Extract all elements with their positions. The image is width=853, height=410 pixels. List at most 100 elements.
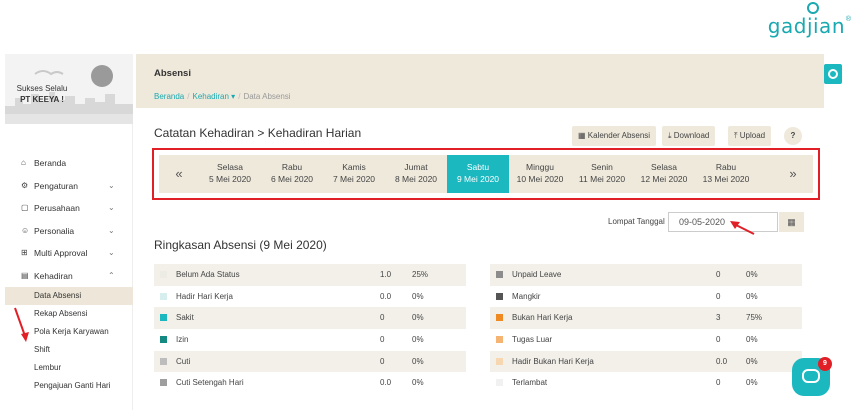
sidebar-item-perusahaan[interactable]: ▢ Perusahaan ⌄ — [5, 197, 133, 220]
day-tab[interactable]: Jumat 8 Mei 2020 — [385, 155, 447, 193]
calendar-button-label: Kalender Absensi — [587, 131, 651, 140]
calendar-icon: ▦ — [578, 131, 586, 140]
status-color-swatch — [496, 292, 503, 300]
side-widget-tab[interactable] — [824, 64, 842, 84]
status-percent: 25% — [412, 270, 429, 279]
day-name: Selasa — [217, 162, 243, 172]
sidebar-item-label: Personalia — [34, 225, 75, 236]
download-button[interactable]: ⤓ Download — [662, 126, 716, 146]
summary-row: Tugas Luar 0 0% — [490, 329, 802, 351]
next-day-button[interactable]: » — [773, 155, 813, 193]
sidebar-item-beranda[interactable]: ⌂ Beranda — [5, 152, 133, 175]
gears-icon: ⚙ — [21, 180, 29, 190]
summary-row: Izin 0 0% — [154, 329, 466, 351]
company-name: PT KEEYA ! — [20, 95, 64, 104]
status-count: 0 — [716, 378, 721, 388]
day-name: Rabu — [715, 162, 737, 172]
registered-mark: ® — [845, 16, 851, 23]
day-tab[interactable]: Senin 11 Mei 2020 — [571, 155, 633, 193]
status-color-swatch — [160, 271, 167, 278]
folder-icon: ▢ — [21, 203, 29, 212]
status-percent: 0% — [746, 356, 758, 366]
gadjian-swirl-icon — [828, 69, 838, 79]
status-count: 0 — [716, 335, 721, 345]
status-name: Tugas Luar — [512, 335, 553, 345]
prev-day-button[interactable]: « — [159, 155, 199, 193]
day-date: 8 Mei 2020 — [394, 174, 438, 184]
status-color-swatch — [160, 314, 167, 322]
status-name: Sakit — [176, 313, 194, 323]
calendar-button[interactable]: ▦ Kalender Absensi — [572, 126, 657, 146]
status-percent: 0% — [412, 291, 424, 301]
sidebar-subitem-lembur[interactable]: Lembur — [5, 359, 133, 377]
status-percent: 0% — [746, 291, 758, 301]
status-color-swatch — [160, 357, 167, 365]
day-selector: « Selasa 5 Mei 2020 Rabu 6 Mei 2020 Kamis 7 M… — [159, 155, 813, 193]
jump-date-label: Lompat Tanggal — [608, 217, 665, 226]
status-name: Hadir Bukan Hari Kerja — [512, 356, 594, 366]
status-percent: 0% — [412, 356, 424, 366]
day-date: 6 Mei 2020 — [270, 174, 314, 184]
status-count: 0 — [716, 270, 721, 279]
calendar-picker-button[interactable]: ▦ — [779, 212, 804, 232]
chevron-down-icon: ⌄ — [108, 180, 115, 190]
status-name: Izin — [176, 335, 189, 345]
sidebar-nav: ⌂ Beranda ⚙ Pengaturan ⌄ ▢ Perusahaan ⌄ … — [5, 152, 133, 395]
chevron-down-icon: ⌄ — [108, 225, 115, 235]
day-date: 7 Mei 2020 — [332, 174, 376, 184]
status-count: 0.0 — [380, 378, 392, 388]
help-button[interactable]: ? — [784, 127, 802, 145]
status-name: Bukan Hari Kerja — [512, 313, 573, 323]
status-percent: 0% — [412, 313, 424, 323]
status-percent: 75% — [746, 313, 763, 323]
status-color-swatch — [496, 271, 503, 278]
sidebar-subitem-ganti-hari[interactable]: Pengajuan Ganti Hari — [5, 377, 133, 395]
sidebar-item-kehadiran[interactable]: ▤ Kehadiran ⌃ — [5, 265, 133, 288]
company-tagline: Sukses Selalu — [16, 84, 68, 93]
status-color-swatch — [160, 292, 167, 300]
main-content: Absensi Beranda / Kehadiran ▾ / Data Absensi… — [136, 54, 824, 410]
status-count: 1.0 — [380, 270, 392, 279]
day-name: Senin — [591, 162, 613, 172]
status-name: Unpaid Leave — [512, 270, 562, 279]
day-tab[interactable]: Kamis 7 Mei 2020 — [323, 155, 385, 193]
day-tab[interactable]: Selasa 12 Mei 2020 — [633, 155, 695, 193]
day-tab[interactable]: Rabu 13 Mei 2020 — [695, 155, 757, 193]
page-title: Catatan Kehadiran > Kehadiran Harian — [154, 126, 362, 140]
day-tab[interactable]: Rabu 6 Mei 2020 — [261, 155, 323, 193]
day-date: 9 Mei 2020 — [456, 174, 500, 184]
chat-unread-badge: 9 — [818, 357, 832, 371]
day-name: Jumat — [404, 162, 428, 172]
status-color-swatch — [496, 379, 503, 387]
status-percent: 0% — [412, 378, 424, 388]
day-name: Selasa — [651, 162, 677, 172]
sitemap-icon: ⊞ — [21, 248, 28, 257]
day-tab[interactable]: Sabtu 9 Mei 2020 — [447, 155, 509, 193]
download-icon: ⤓ — [668, 131, 672, 140]
red-annotation-arrow — [730, 221, 755, 235]
status-percent: 0% — [746, 270, 758, 279]
status-color-swatch — [160, 379, 167, 387]
breadcrumb-kehadiran[interactable]: Kehadiran ▾ — [192, 92, 235, 101]
summary-row: Belum Ada Status 1.0 25% — [154, 264, 466, 286]
sidebar: Sukses Selalu PT KEEYA ! ⌂ Beranda ⚙ Pen… — [5, 54, 133, 410]
day-tab[interactable]: Selasa 5 Mei 2020 — [199, 155, 261, 193]
jump-date-input[interactable] — [668, 212, 778, 232]
day-tab[interactable]: Minggu 10 Mei 2020 — [509, 155, 571, 193]
status-count: 0 — [716, 291, 721, 301]
upload-button[interactable]: ⤒ Upload — [728, 126, 772, 146]
sidebar-subitem-data-absensi[interactable]: Data Absensi — [5, 287, 133, 305]
chat-bubble-icon — [802, 369, 820, 383]
day-name: Rabu — [281, 162, 303, 172]
home-icon: ⌂ — [21, 158, 26, 167]
sidebar-item-personalia[interactable]: ☺ Personalia ⌄ — [5, 220, 133, 243]
breadcrumb-beranda[interactable]: Beranda — [154, 92, 184, 101]
day-name: Kamis — [342, 162, 366, 172]
gadjian-logo[interactable]: gadjian — [768, 14, 845, 38]
summary-title: Ringkasan Absensi (9 Mei 2020) — [154, 238, 327, 252]
status-name: Cuti — [176, 356, 191, 366]
sidebar-item-multi-approval[interactable]: ⊞ Multi Approval ⌄ — [5, 242, 133, 265]
summary-row: Bukan Hari Kerja 3 75% — [490, 307, 802, 330]
chevron-down-icon: ⌄ — [108, 203, 115, 212]
sidebar-item-pengaturan[interactable]: ⚙ Pengaturan ⌄ — [5, 175, 133, 198]
